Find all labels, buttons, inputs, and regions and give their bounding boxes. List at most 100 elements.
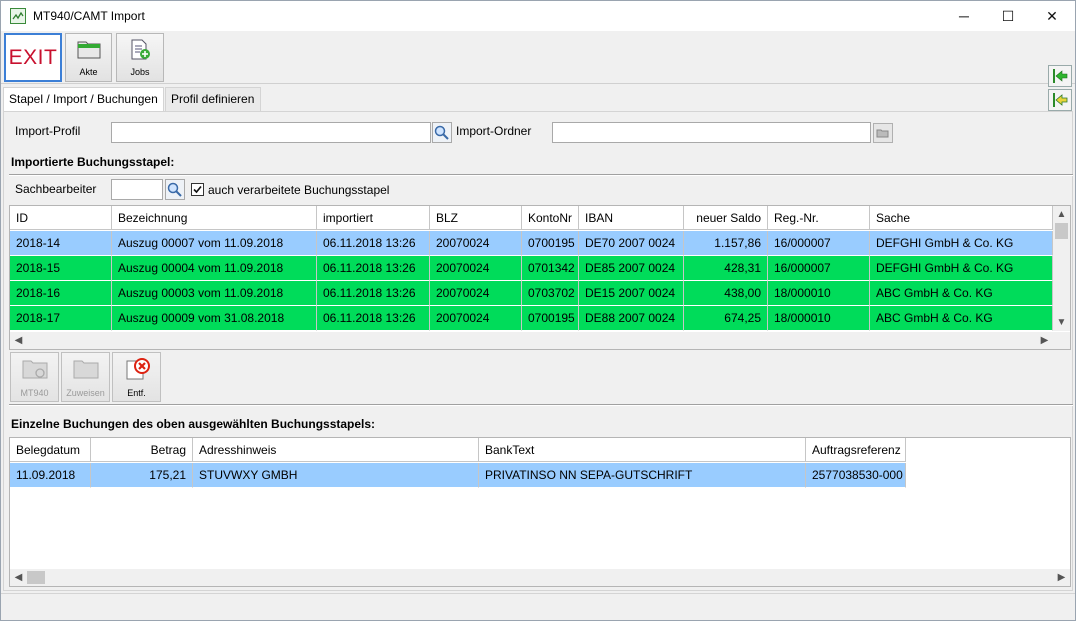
table-cell[interactable]: 1.157,86 (684, 231, 768, 256)
stapel-vscrollbar[interactable]: ▲ ▼ (1053, 206, 1070, 331)
minimize-button[interactable]: ─ (941, 1, 987, 31)
table-cell[interactable]: 06.11.2018 13:26 (317, 231, 430, 256)
buchungen-hscrollbar[interactable]: ◀ ▶ (10, 569, 1070, 586)
table-cell[interactable]: DE15 2007 0024 (579, 281, 684, 306)
table-cell[interactable]: 18/000010 (768, 306, 870, 331)
table-cell[interactable]: 2018-16 (10, 281, 112, 306)
akte-label: Akte (79, 67, 98, 77)
table-cell[interactable]: 06.11.2018 13:26 (317, 281, 430, 306)
column-header[interactable]: Belegdatum (10, 438, 91, 462)
stapel-heading: Importierte Buchungsstapel: (11, 155, 175, 169)
scroll-down-icon[interactable]: ▼ (1053, 314, 1070, 331)
mt940-button[interactable]: MT940 (10, 352, 59, 402)
table-cell[interactable]: ABC GmbH & Co. KG (870, 281, 1053, 306)
table-cell[interactable]: DEFGHI GmbH & Co. KG (870, 231, 1053, 256)
table-cell[interactable]: ABC GmbH & Co. KG (870, 306, 1053, 331)
table-cell[interactable]: 20070024 (430, 256, 522, 281)
table-cell[interactable]: DE88 2007 0024 (579, 306, 684, 331)
table-cell[interactable]: PRIVATINSO NN SEPA-GUTSCHRIFT (479, 463, 806, 488)
scroll-thumb-2[interactable] (27, 571, 45, 584)
table-cell[interactable]: 0703702 (522, 281, 579, 306)
column-header[interactable]: Sache (870, 206, 1053, 230)
search-icon[interactable] (432, 122, 452, 143)
table-cell[interactable]: 16/000007 (768, 256, 870, 281)
column-header[interactable]: neuer Saldo (684, 206, 768, 230)
sachbearbeiter-input[interactable] (111, 179, 163, 200)
back-arrow-button[interactable] (1048, 65, 1072, 87)
table-cell[interactable]: 2577038530-000 (806, 463, 906, 488)
app-logo-icon (10, 8, 26, 24)
folder-icon (77, 41, 101, 59)
table-cell[interactable]: 175,21 (91, 463, 193, 488)
table-cell[interactable]: Auszug 00003 vom 11.09.2018 (112, 281, 317, 306)
column-header[interactable]: KontoNr (522, 206, 579, 230)
import-ordner-input[interactable] (552, 122, 871, 143)
zuweisen-button[interactable]: Zuweisen (61, 352, 110, 402)
processed-batches-checkbox[interactable] (191, 183, 204, 196)
table-cell[interactable]: STUVWXY GMBH (193, 463, 479, 488)
table-cell[interactable]: 428,31 (684, 256, 768, 281)
column-header[interactable]: Adresshinweis (193, 438, 479, 462)
table-cell[interactable]: 18/000010 (768, 281, 870, 306)
jobs-label: Jobs (130, 67, 150, 77)
table-cell[interactable]: 2018-14 (10, 231, 112, 256)
scroll-thumb[interactable] (1055, 223, 1068, 239)
column-header[interactable]: IBAN (579, 206, 684, 230)
processed-batches-label: auch verarbeitete Buchungsstapel (208, 183, 390, 197)
column-header[interactable]: BankText (479, 438, 806, 462)
table-cell[interactable]: 0700195 (522, 306, 579, 331)
column-header[interactable]: importiert (317, 206, 430, 230)
scroll-right-icon-2[interactable]: ▶ (1053, 569, 1070, 586)
jobs-button[interactable]: Jobs (116, 33, 164, 82)
table-cell[interactable]: DE70 2007 0024 (579, 231, 684, 256)
table-cell[interactable]: Auszug 00009 vom 31.08.2018 (112, 306, 317, 331)
table-cell[interactable]: 438,00 (684, 281, 768, 306)
app-window: MT940/CAMT Import ─ ☐ ✕ EXIT Akte Jobs S… (0, 0, 1076, 621)
table-cell[interactable]: 20070024 (430, 306, 522, 331)
table-cell[interactable]: DE85 2007 0024 (579, 256, 684, 281)
column-header[interactable]: Bezeichnung (112, 206, 317, 230)
scroll-left-icon[interactable]: ◀ (10, 332, 27, 349)
table-cell[interactable]: 20070024 (430, 231, 522, 256)
scroll-left-icon-2[interactable]: ◀ (10, 569, 27, 586)
separator (9, 174, 1073, 176)
table-cell[interactable]: 16/000007 (768, 231, 870, 256)
column-header[interactable]: Reg.-Nr. (768, 206, 870, 230)
table-cell[interactable]: 0700195 (522, 231, 579, 256)
window-title: MT940/CAMT Import (33, 9, 145, 23)
table-cell[interactable]: Auszug 00007 vom 11.09.2018 (112, 231, 317, 256)
buchungen-heading: Einzelne Buchungen des oben ausgewählten… (11, 417, 376, 431)
search-icon-sachbearbeiter[interactable] (165, 179, 185, 200)
stapel-hscrollbar[interactable]: ◀ ▶ (10, 332, 1070, 349)
table-cell[interactable]: 06.11.2018 13:26 (317, 256, 430, 281)
maximize-button[interactable]: ☐ (985, 1, 1031, 31)
title-bar: MT940/CAMT Import ─ ☐ ✕ (1, 1, 1075, 31)
column-header[interactable]: BLZ (430, 206, 522, 230)
import-profil-input[interactable] (111, 122, 431, 143)
column-header[interactable]: ID (10, 206, 112, 230)
tab-stapel-import-buchungen[interactable]: Stapel / Import / Buchungen (3, 87, 164, 113)
table-cell[interactable]: 2018-15 (10, 256, 112, 281)
column-header[interactable]: Auftragsreferenz (806, 438, 906, 462)
scroll-up-icon[interactable]: ▲ (1053, 206, 1070, 223)
close-button[interactable]: ✕ (1029, 1, 1075, 31)
table-cell[interactable]: 06.11.2018 13:26 (317, 306, 430, 331)
table-cell[interactable]: 11.09.2018 (10, 463, 91, 488)
akte-button[interactable]: Akte (65, 33, 112, 82)
table-cell[interactable]: Auszug 00004 vom 11.09.2018 (112, 256, 317, 281)
table-cell[interactable]: 20070024 (430, 281, 522, 306)
table-cell[interactable]: 674,25 (684, 306, 768, 331)
table-cell[interactable]: 2018-17 (10, 306, 112, 331)
entfernen-button[interactable]: Entf. (112, 352, 161, 402)
delete-icon (126, 358, 150, 380)
exit-label: EXIT (8, 46, 58, 69)
browse-folder-button[interactable] (873, 123, 893, 143)
exit-button[interactable]: EXIT (4, 33, 62, 82)
column-header[interactable]: Betrag (91, 438, 193, 462)
tab-profil-definieren[interactable]: Profil definieren (165, 87, 261, 111)
scroll-right-icon[interactable]: ▶ (1036, 332, 1053, 349)
mt940-label: MT940 (20, 388, 49, 398)
import-profil-label: Import-Profil (15, 124, 81, 138)
table-cell[interactable]: DEFGHI GmbH & Co. KG (870, 256, 1053, 281)
table-cell[interactable]: 0701342 (522, 256, 579, 281)
